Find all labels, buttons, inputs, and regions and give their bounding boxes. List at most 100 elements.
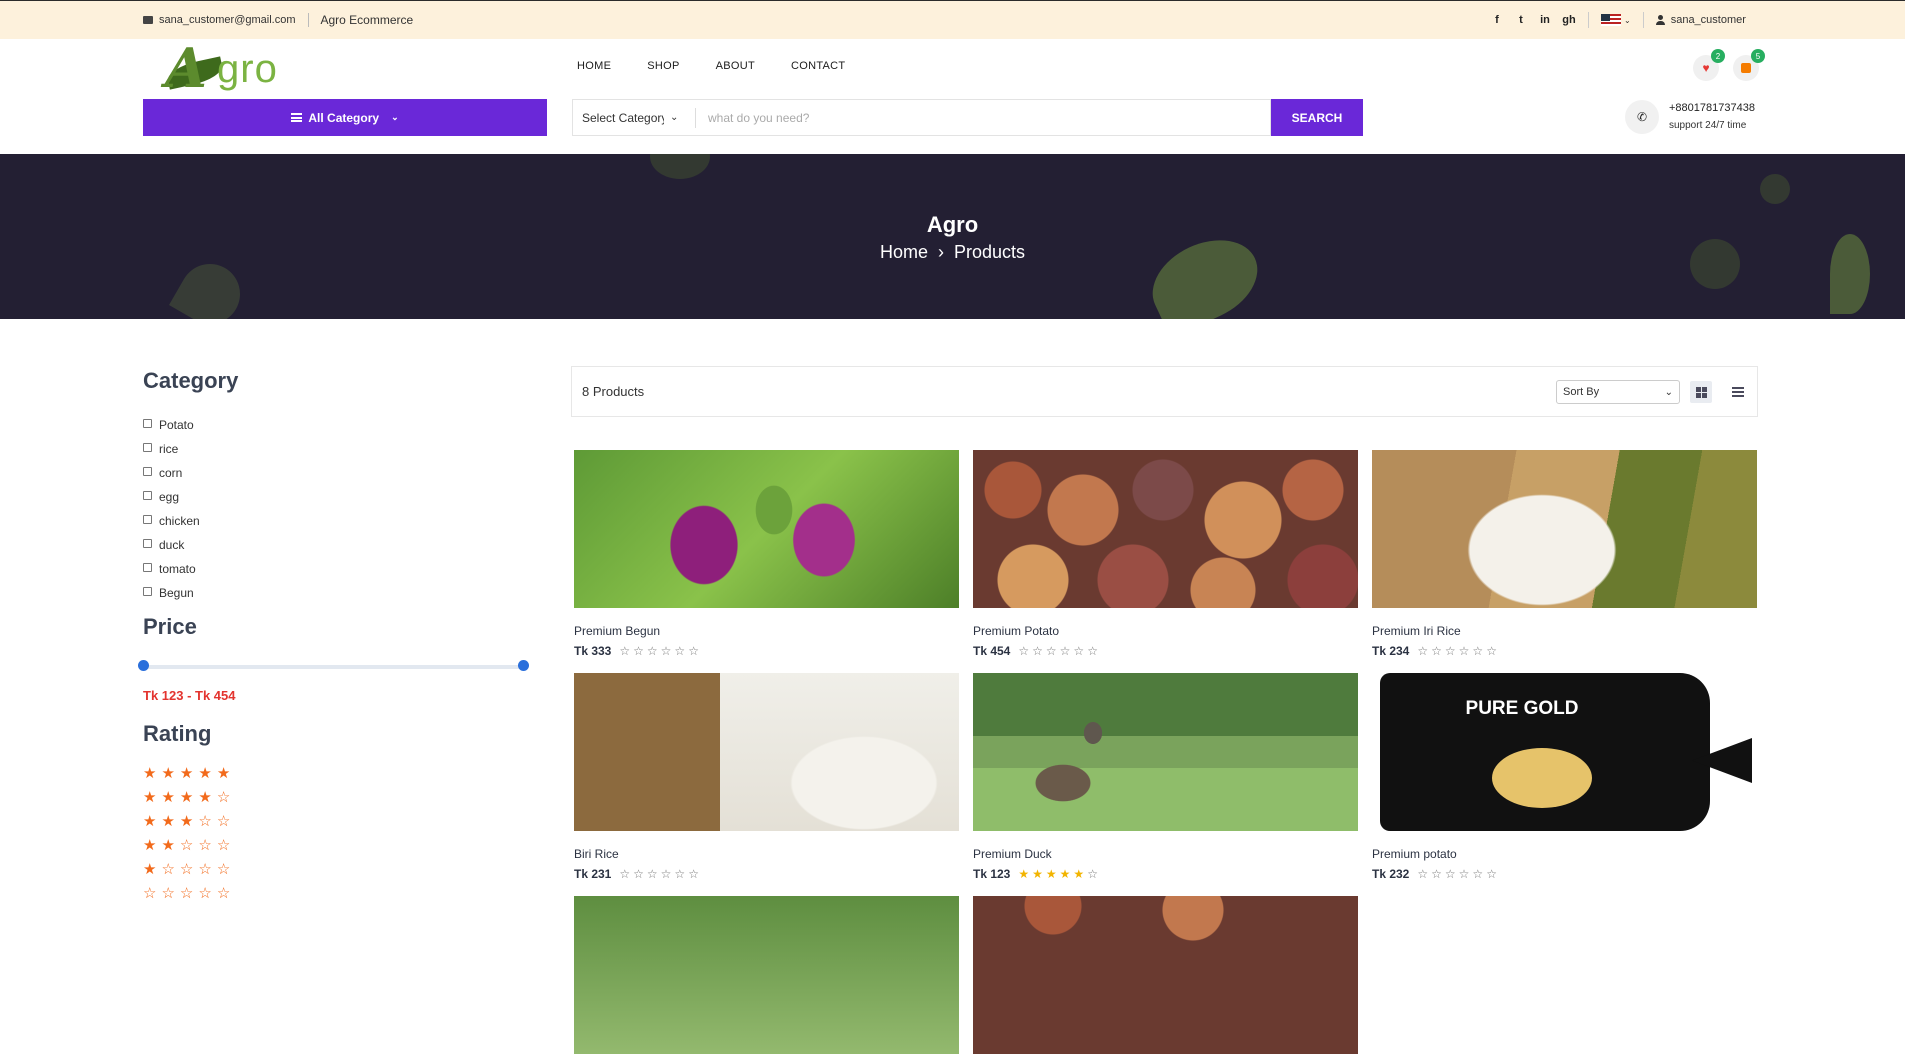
phone-number[interactable]: +8801781737438 — [1669, 99, 1755, 117]
price-slider-max-handle[interactable] — [518, 660, 529, 671]
rating-filter-row[interactable]: ★ ☆ ☆ ☆ ☆ — [143, 860, 230, 884]
rating-filter-row[interactable]: ★ ★ ★ ☆ ☆ — [143, 812, 230, 836]
price-slider-track[interactable] — [143, 665, 524, 669]
star-filled-icon: ★ — [198, 789, 212, 806]
product-card[interactable]: PURE GOLD Premium potato Tk 232 ☆☆☆☆☆☆ — [1372, 673, 1757, 881]
category-item[interactable]: tomato — [143, 557, 200, 581]
product-price: Tk 333 — [574, 644, 612, 658]
checkbox[interactable] — [143, 538, 152, 548]
category-select[interactable]: Select Category ⌄ — [573, 107, 696, 128]
rating-filter-row[interactable]: ★ ★ ★ ★ ★ — [143, 764, 230, 788]
category-label: egg — [159, 490, 180, 504]
category-item[interactable]: corn — [143, 461, 200, 485]
logo-text: gro — [217, 47, 278, 91]
github-icon[interactable]: gh — [1562, 14, 1576, 26]
product-image[interactable] — [574, 673, 959, 831]
twitter-icon[interactable]: t — [1514, 14, 1528, 26]
star-empty-icon: ☆ — [633, 644, 647, 658]
star-filled-icon: ★ — [143, 837, 157, 854]
star-empty-icon: ☆ — [1444, 644, 1459, 658]
checkbox[interactable] — [143, 442, 152, 452]
product-card[interactable]: Premium Duck Tk 123 ★★★★★☆ — [973, 673, 1358, 881]
star-filled-icon: ★ — [143, 861, 157, 878]
nav-shop[interactable]: SHOP — [647, 60, 679, 72]
product-image[interactable] — [1372, 450, 1757, 608]
divider — [307, 13, 309, 27]
checkbox[interactable] — [143, 490, 152, 500]
category-item[interactable]: Begun — [143, 581, 200, 605]
star-empty-icon: ☆ — [619, 867, 634, 881]
product-image[interactable] — [973, 450, 1358, 608]
user-icon[interactable] — [1655, 15, 1665, 25]
product-card[interactable]: Premium Potato Tk 454 ☆☆☆☆☆☆ — [973, 450, 1358, 658]
main-nav: HOME SHOP ABOUT CONTACT — [577, 60, 845, 72]
site-name: Agro Ecommerce — [320, 13, 414, 27]
breadcrumb-home[interactable]: Home — [880, 242, 928, 262]
product-image[interactable]: PURE GOLD — [1372, 673, 1757, 831]
product-card[interactable] — [973, 896, 1358, 1054]
rating-filter-row[interactable]: ☆ ☆ ☆ ☆ ☆ — [143, 884, 230, 908]
product-rating: ★★★★★☆ — [1018, 867, 1101, 881]
product-name[interactable]: Premium Duck — [973, 847, 1358, 861]
product-image[interactable] — [574, 896, 959, 1054]
price-slider-min-handle[interactable] — [138, 660, 149, 671]
checkbox[interactable] — [143, 466, 152, 476]
category-item[interactable]: rice — [143, 437, 200, 461]
checkbox[interactable] — [143, 418, 152, 428]
potato-graphic — [1492, 748, 1592, 808]
star-empty-icon: ☆ — [198, 885, 212, 902]
product-image[interactable] — [973, 896, 1358, 1054]
facebook-icon[interactable]: f — [1490, 14, 1504, 26]
cart-button[interactable]: 5 — [1733, 49, 1765, 81]
linkedin-icon[interactable]: in — [1538, 14, 1552, 26]
grid-icon — [1695, 386, 1707, 398]
product-name[interactable]: Premium Iri Rice — [1372, 624, 1757, 638]
checkbox[interactable] — [143, 514, 152, 524]
product-name[interactable]: Premium Begun — [574, 624, 959, 638]
category-item[interactable]: chicken — [143, 509, 200, 533]
list-view-button[interactable] — [1727, 381, 1749, 403]
product-image[interactable] — [574, 450, 959, 608]
chevron-down-icon[interactable]: ⌄ — [1624, 16, 1631, 25]
category-label: rice — [159, 442, 179, 456]
price-heading: Price — [143, 614, 197, 639]
wishlist-button[interactable]: ♥ 2 — [1693, 49, 1725, 81]
checkbox[interactable] — [143, 586, 152, 596]
product-card[interactable] — [574, 896, 959, 1054]
checkbox[interactable] — [143, 562, 152, 572]
search-button[interactable]: SEARCH — [1271, 99, 1363, 136]
nav-contact[interactable]: CONTACT — [791, 60, 845, 72]
product-name[interactable]: Premium Potato — [973, 624, 1358, 638]
product-card[interactable]: Premium Iri Rice Tk 234 ☆☆☆☆☆☆ — [1372, 450, 1757, 658]
star-filled-icon: ★ — [161, 813, 175, 830]
star-empty-icon: ☆ — [1472, 644, 1487, 658]
rating-filter-row[interactable]: ★ ★ ★ ★ ☆ — [143, 788, 230, 812]
grid-view-button[interactable] — [1690, 381, 1712, 403]
product-card[interactable]: Premium Begun Tk 333 ☆☆☆☆☆☆ — [574, 450, 959, 658]
star-empty-icon: ☆ — [216, 813, 231, 830]
star-empty-icon: ☆ — [1059, 644, 1074, 658]
contact-email[interactable]: sana_customer@gmail.com — [159, 14, 296, 26]
product-card[interactable]: Biri Rice Tk 231 ☆☆☆☆☆☆ — [574, 673, 959, 881]
nav-home[interactable]: HOME — [577, 60, 611, 72]
category-item[interactable]: egg — [143, 485, 200, 509]
us-flag-icon[interactable] — [1601, 14, 1621, 26]
product-price: Tk 454 — [973, 644, 1011, 658]
rating-filter-row[interactable]: ★ ★ ☆ ☆ ☆ — [143, 836, 230, 860]
star-empty-icon: ☆ — [216, 837, 231, 854]
sort-select[interactable]: Sort By ⌄ — [1556, 380, 1680, 404]
star-empty-icon: ☆ — [179, 837, 194, 854]
product-name[interactable]: Premium potato — [1372, 847, 1757, 861]
category-item[interactable]: Potato — [143, 413, 200, 437]
list-icon — [291, 113, 303, 122]
nav-about[interactable]: ABOUT — [716, 60, 755, 72]
username[interactable]: sana_customer — [1671, 14, 1746, 26]
product-name[interactable]: Biri Rice — [574, 847, 959, 861]
logo[interactable]: A gro — [165, 36, 295, 100]
search-input[interactable] — [696, 100, 1270, 135]
product-image[interactable] — [973, 673, 1358, 831]
category-item[interactable]: duck — [143, 533, 200, 557]
star-empty-icon: ☆ — [198, 861, 212, 878]
star-empty-icon: ☆ — [1417, 644, 1432, 658]
all-category-button[interactable]: All Category ⌄ — [143, 99, 547, 136]
